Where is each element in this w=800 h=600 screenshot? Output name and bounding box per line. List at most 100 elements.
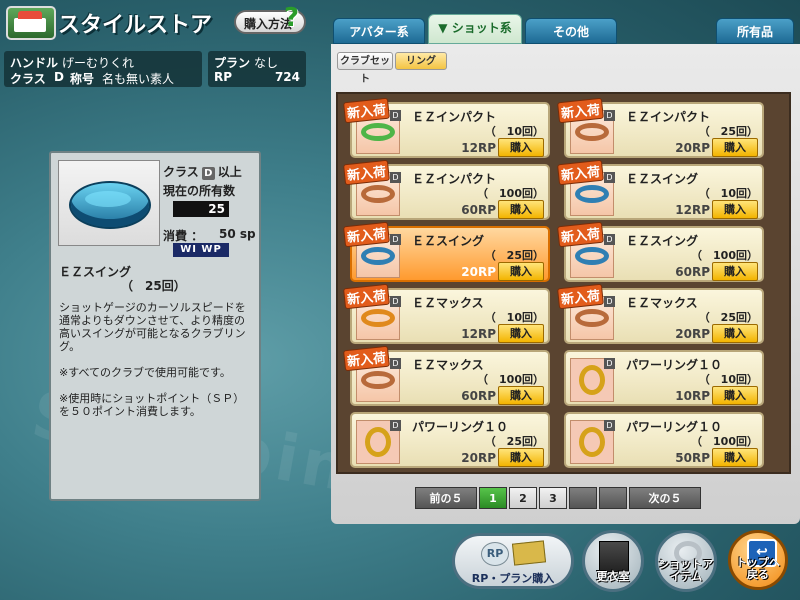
tab-other[interactable]: その他 — [525, 18, 617, 44]
item-price: 10RP — [675, 389, 710, 403]
plan-value: なし — [254, 56, 279, 70]
ring-icon — [575, 185, 609, 203]
page-empty-2 — [599, 487, 627, 509]
owned-count: 25 — [173, 201, 229, 217]
subtab-ring[interactable]: リング — [395, 52, 447, 70]
cost-value: 50 sp — [219, 227, 256, 241]
item-price: 60RP — [461, 389, 496, 403]
ring-icon — [361, 371, 395, 389]
class-d-badge: D — [604, 234, 615, 245]
item-card[interactable]: D 新入荷 ＥＺインパクト（ 25回） 20RP 購入 — [557, 97, 764, 158]
item-uses: （ 10回） — [484, 311, 544, 324]
rp-coin-icon: RP — [481, 542, 509, 566]
tab-avatar[interactable]: アバター系 — [333, 18, 425, 44]
desc-note2: ※使用時にショットポイント（ＳＰ）を５０ポイント消費します。 — [59, 392, 245, 418]
buy-button[interactable]: 購入 — [498, 262, 544, 281]
item-card[interactable]: D 新入荷 ＥＺマックス（ 25回） 20RP 購入 — [557, 283, 764, 344]
page-3-button[interactable]: 3 — [539, 487, 567, 509]
item-card[interactable]: D 新入荷 ＥＺスイング（ 100回） 60RP 購入 — [557, 221, 764, 282]
class-d-badge: D — [390, 172, 401, 183]
ring-icon — [579, 427, 605, 457]
item-uses: （ 25回） — [698, 125, 758, 138]
item-card[interactable]: D 新入荷 ＥＺインパクト（ 100回） 60RP 購入 — [343, 159, 550, 220]
buy-button[interactable]: 購入 — [712, 138, 758, 157]
ring-icon — [361, 247, 395, 265]
class-d-badge: D — [390, 234, 401, 245]
item-card[interactable]: D パワーリング１０ （ 10回） 10RP 購入 — [564, 350, 764, 406]
class-d-badge: D — [604, 358, 615, 369]
question-icon: ? — [284, 3, 300, 33]
pager: 前の５ 1 2 3 次の５ — [415, 487, 703, 511]
item-card[interactable]: D 新入荷 ＥＺインパクト（ 10回） 12RP 購入 — [343, 97, 550, 158]
buy-button[interactable]: 購入 — [712, 262, 758, 281]
wardrobe-icon — [599, 541, 629, 573]
buy-button[interactable]: 購入 — [498, 386, 544, 405]
page-2-button[interactable]: 2 — [509, 487, 537, 509]
handle-value: げーむりくれ — [62, 56, 135, 70]
rp-plan-purchase-button[interactable]: RP RP・プラン購入 — [452, 533, 574, 589]
item-card[interactable]: D パワーリング１０ （ 100回） 50RP 購入 — [564, 412, 764, 468]
item-price: 60RP — [675, 265, 710, 279]
item-uses: （ 25回） — [484, 249, 544, 262]
item-price: 12RP — [461, 141, 496, 155]
page-empty-1 — [569, 487, 597, 509]
class-d-badge: D — [604, 420, 615, 431]
item-uses: （ 25回） — [698, 311, 758, 324]
tab-shot-label: ショット系 — [451, 21, 512, 35]
store-logo-icon — [6, 6, 56, 40]
title-value: 名も無い素人 — [102, 72, 175, 86]
item-image — [58, 160, 160, 246]
buy-button[interactable]: 購入 — [712, 448, 758, 467]
next-page-button[interactable]: 次の５ — [629, 487, 701, 509]
item-card[interactable]: D 新入荷 ＥＺマックス（ 100回） 60RP 購入 — [343, 345, 550, 406]
class-d-badge: D — [390, 420, 401, 431]
shot-items-button[interactable]: ショットアイテム — [655, 530, 717, 592]
tab-owned[interactable]: 所有品 — [716, 18, 794, 44]
class-d-badge: D — [604, 172, 615, 183]
subtab-clubset[interactable]: クラブセット — [337, 52, 393, 85]
item-price: 12RP — [461, 327, 496, 341]
rp-label: RP — [214, 70, 233, 84]
user-info-panel: ハンドル げーむりくれ クラス D 称号 名も無い素人 — [4, 51, 202, 87]
tab-shot[interactable]: ▼ ショット系 — [428, 14, 522, 44]
wardrobe-label: 更衣室 — [596, 570, 630, 583]
plan-label: プラン — [214, 56, 251, 70]
handle-label: ハンドル — [10, 56, 59, 70]
howto-button[interactable]: 購入方法 ? — [234, 5, 306, 34]
item-uses: （ 10回） — [484, 125, 544, 138]
buy-button[interactable]: 購入 — [712, 200, 758, 219]
wp-indicator: WI WP — [173, 243, 229, 257]
return-top-button[interactable]: ↩ トップへ戻る — [728, 530, 788, 590]
ring-icon — [365, 427, 391, 457]
plan-ticket-icon — [511, 540, 547, 566]
prev-page-button[interactable]: 前の５ — [415, 487, 477, 509]
buy-button[interactable]: 購入 — [498, 448, 544, 467]
cost-label: 消費 ： — [163, 229, 204, 243]
buy-button[interactable]: 購入 — [498, 138, 544, 157]
page-title: スタイルストア — [58, 13, 213, 38]
page-1-button[interactable]: 1 — [479, 487, 507, 509]
ring-icon — [69, 181, 151, 229]
item-card[interactable]: D 新入荷 ＥＺスイング（ 10回） 12RP 購入 — [557, 159, 764, 220]
rp-value: 724 — [274, 70, 300, 84]
item-uses: （ 10回） — [698, 187, 758, 200]
buy-button[interactable]: 購入 — [498, 324, 544, 343]
ring-icon — [579, 365, 605, 395]
class-value: D — [54, 70, 64, 84]
item-uses: （ 100回） — [691, 249, 758, 262]
class-d-badge: D — [390, 110, 401, 121]
item-price: 50RP — [675, 451, 710, 465]
item-detail-panel: クラス D 以上 現在の所有数 25 消費 ： 50 sp WI WP ＥＺスイング… — [49, 151, 261, 501]
item-card[interactable]: D 新入荷 ＥＺマックス（ 10回） 12RP 購入 — [343, 283, 550, 344]
item-card[interactable]: D 新入荷 ＥＺスイング（ 25回） 20RP 購入 — [343, 221, 550, 282]
buy-button[interactable]: 購入 — [712, 324, 758, 343]
item-uses: （ 25回） — [484, 435, 544, 448]
buy-button[interactable]: 購入 — [712, 386, 758, 405]
class-d-badge: D — [390, 358, 401, 369]
detail-class-badge: D — [201, 167, 215, 180]
detail-class-suffix: 以上 — [217, 165, 242, 179]
ring-icon — [575, 123, 609, 141]
wardrobe-button[interactable]: 更衣室 — [582, 530, 644, 592]
buy-button[interactable]: 購入 — [498, 200, 544, 219]
item-card[interactable]: D パワーリング１０ （ 25回） 20RP 購入 — [350, 412, 550, 468]
